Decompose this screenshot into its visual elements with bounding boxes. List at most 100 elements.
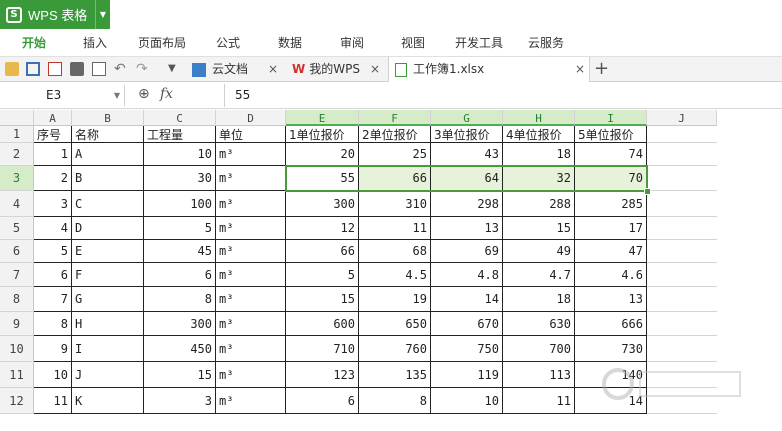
data-cell[interactable]: 18 <box>503 287 575 312</box>
header-cell[interactable]: 序号 <box>34 126 72 143</box>
name-box[interactable]: E3 ▼ <box>0 85 125 106</box>
data-cell[interactable]: 66 <box>286 240 359 263</box>
empty-cell[interactable] <box>647 287 717 312</box>
data-cell[interactable]: 8 <box>144 287 216 312</box>
row-header[interactable]: 8 <box>0 287 34 312</box>
data-cell[interactable]: m³ <box>216 143 286 166</box>
data-cell[interactable]: 600 <box>286 312 359 336</box>
data-cell[interactable]: J <box>72 362 144 388</box>
column-header[interactable]: I <box>575 110 647 126</box>
app-menu-button[interactable]: S WPS 表格 ▼ <box>0 0 110 29</box>
data-cell[interactable]: 69 <box>431 240 503 263</box>
data-cell[interactable]: H <box>72 312 144 336</box>
data-cell[interactable]: 70 <box>575 166 647 191</box>
empty-cell[interactable] <box>647 191 717 217</box>
row-header[interactable]: 11 <box>0 362 34 388</box>
row-header[interactable]: 2 <box>0 143 34 166</box>
data-cell[interactable]: 13 <box>575 287 647 312</box>
data-cell[interactable]: 135 <box>359 362 431 388</box>
data-cell[interactable]: m³ <box>216 240 286 263</box>
data-cell[interactable]: 17 <box>575 217 647 240</box>
data-cell[interactable]: 7 <box>34 287 72 312</box>
data-cell[interactable]: m³ <box>216 362 286 388</box>
zoom-search-icon[interactable]: ⊕ <box>138 86 150 102</box>
print-preview-icon[interactable] <box>92 62 106 76</box>
column-header[interactable]: B <box>72 110 144 126</box>
data-cell[interactable]: 113 <box>503 362 575 388</box>
data-cell[interactable]: 43 <box>431 143 503 166</box>
menu-review[interactable]: 审阅 <box>338 30 366 56</box>
row-header[interactable]: 5 <box>0 217 34 240</box>
header-cell[interactable]: 4单位报价 <box>503 126 575 143</box>
formula-input[interactable]: 55 <box>235 84 250 107</box>
data-cell[interactable]: I <box>72 336 144 362</box>
column-header[interactable]: F <box>359 110 431 126</box>
header-cell[interactable]: 单位 <box>216 126 286 143</box>
column-header[interactable]: H <box>503 110 575 126</box>
empty-cell[interactable] <box>647 263 717 287</box>
tab-my-wps[interactable]: W 我的WPS × <box>288 57 384 82</box>
column-header[interactable]: G <box>431 110 503 126</box>
data-cell[interactable]: 13 <box>431 217 503 240</box>
data-cell[interactable]: 4.6 <box>575 263 647 287</box>
data-cell[interactable]: 630 <box>503 312 575 336</box>
row-header[interactable]: 12 <box>0 388 34 414</box>
data-cell[interactable]: 650 <box>359 312 431 336</box>
row-header[interactable]: 10 <box>0 336 34 362</box>
data-cell[interactable]: m³ <box>216 336 286 362</box>
menu-view[interactable]: 视图 <box>399 30 427 56</box>
data-cell[interactable]: 288 <box>503 191 575 217</box>
data-cell[interactable]: 32 <box>503 166 575 191</box>
header-cell[interactable]: 5单位报价 <box>575 126 647 143</box>
empty-cell[interactable] <box>647 240 717 263</box>
row-header[interactable]: 4 <box>0 191 34 217</box>
data-cell[interactable]: 6 <box>286 388 359 414</box>
export-pdf-icon[interactable] <box>48 62 62 76</box>
data-cell[interactable]: 9 <box>34 336 72 362</box>
data-cell[interactable]: 123 <box>286 362 359 388</box>
undo-icon[interactable]: ↶ <box>114 62 128 76</box>
data-cell[interactable]: C <box>72 191 144 217</box>
data-cell[interactable]: 300 <box>144 312 216 336</box>
data-cell[interactable]: 11 <box>503 388 575 414</box>
data-cell[interactable]: 4.8 <box>431 263 503 287</box>
save-icon[interactable] <box>26 62 40 76</box>
data-cell[interactable]: 760 <box>359 336 431 362</box>
close-icon[interactable]: × <box>370 57 380 82</box>
data-cell[interactable]: 19 <box>359 287 431 312</box>
data-cell[interactable]: G <box>72 287 144 312</box>
data-cell[interactable]: 8 <box>359 388 431 414</box>
data-cell[interactable]: m³ <box>216 191 286 217</box>
data-cell[interactable]: m³ <box>216 312 286 336</box>
data-cell[interactable]: 74 <box>575 143 647 166</box>
menu-insert[interactable]: 插入 <box>81 30 109 56</box>
data-cell[interactable]: 8 <box>34 312 72 336</box>
column-header[interactable]: A <box>34 110 72 126</box>
data-cell[interactable]: 119 <box>431 362 503 388</box>
fill-handle[interactable] <box>644 188 651 195</box>
data-cell[interactable]: 666 <box>575 312 647 336</box>
new-tab-icon[interactable]: + <box>594 57 609 81</box>
row-header[interactable]: 7 <box>0 263 34 287</box>
row-header[interactable]: 6 <box>0 240 34 263</box>
header-cell[interactable]: 1单位报价 <box>286 126 359 143</box>
data-cell[interactable]: 20 <box>286 143 359 166</box>
data-cell[interactable]: B <box>72 166 144 191</box>
data-cell[interactable]: m³ <box>216 166 286 191</box>
data-cell[interactable]: 4 <box>34 217 72 240</box>
data-cell[interactable]: 25 <box>359 143 431 166</box>
data-cell[interactable]: 15 <box>286 287 359 312</box>
data-cell[interactable]: D <box>72 217 144 240</box>
data-cell[interactable]: 49 <box>503 240 575 263</box>
chevron-down-icon[interactable]: ▼ <box>114 85 120 106</box>
data-cell[interactable]: A <box>72 143 144 166</box>
data-cell[interactable]: 750 <box>431 336 503 362</box>
data-cell[interactable]: 300 <box>286 191 359 217</box>
data-cell[interactable]: F <box>72 263 144 287</box>
data-cell[interactable]: 30 <box>144 166 216 191</box>
row-header[interactable]: 3 <box>0 166 34 191</box>
menu-data[interactable]: 数据 <box>276 30 304 56</box>
data-cell[interactable]: 3 <box>144 388 216 414</box>
data-cell[interactable]: K <box>72 388 144 414</box>
menu-cloud[interactable]: 云服务 <box>526 30 566 56</box>
